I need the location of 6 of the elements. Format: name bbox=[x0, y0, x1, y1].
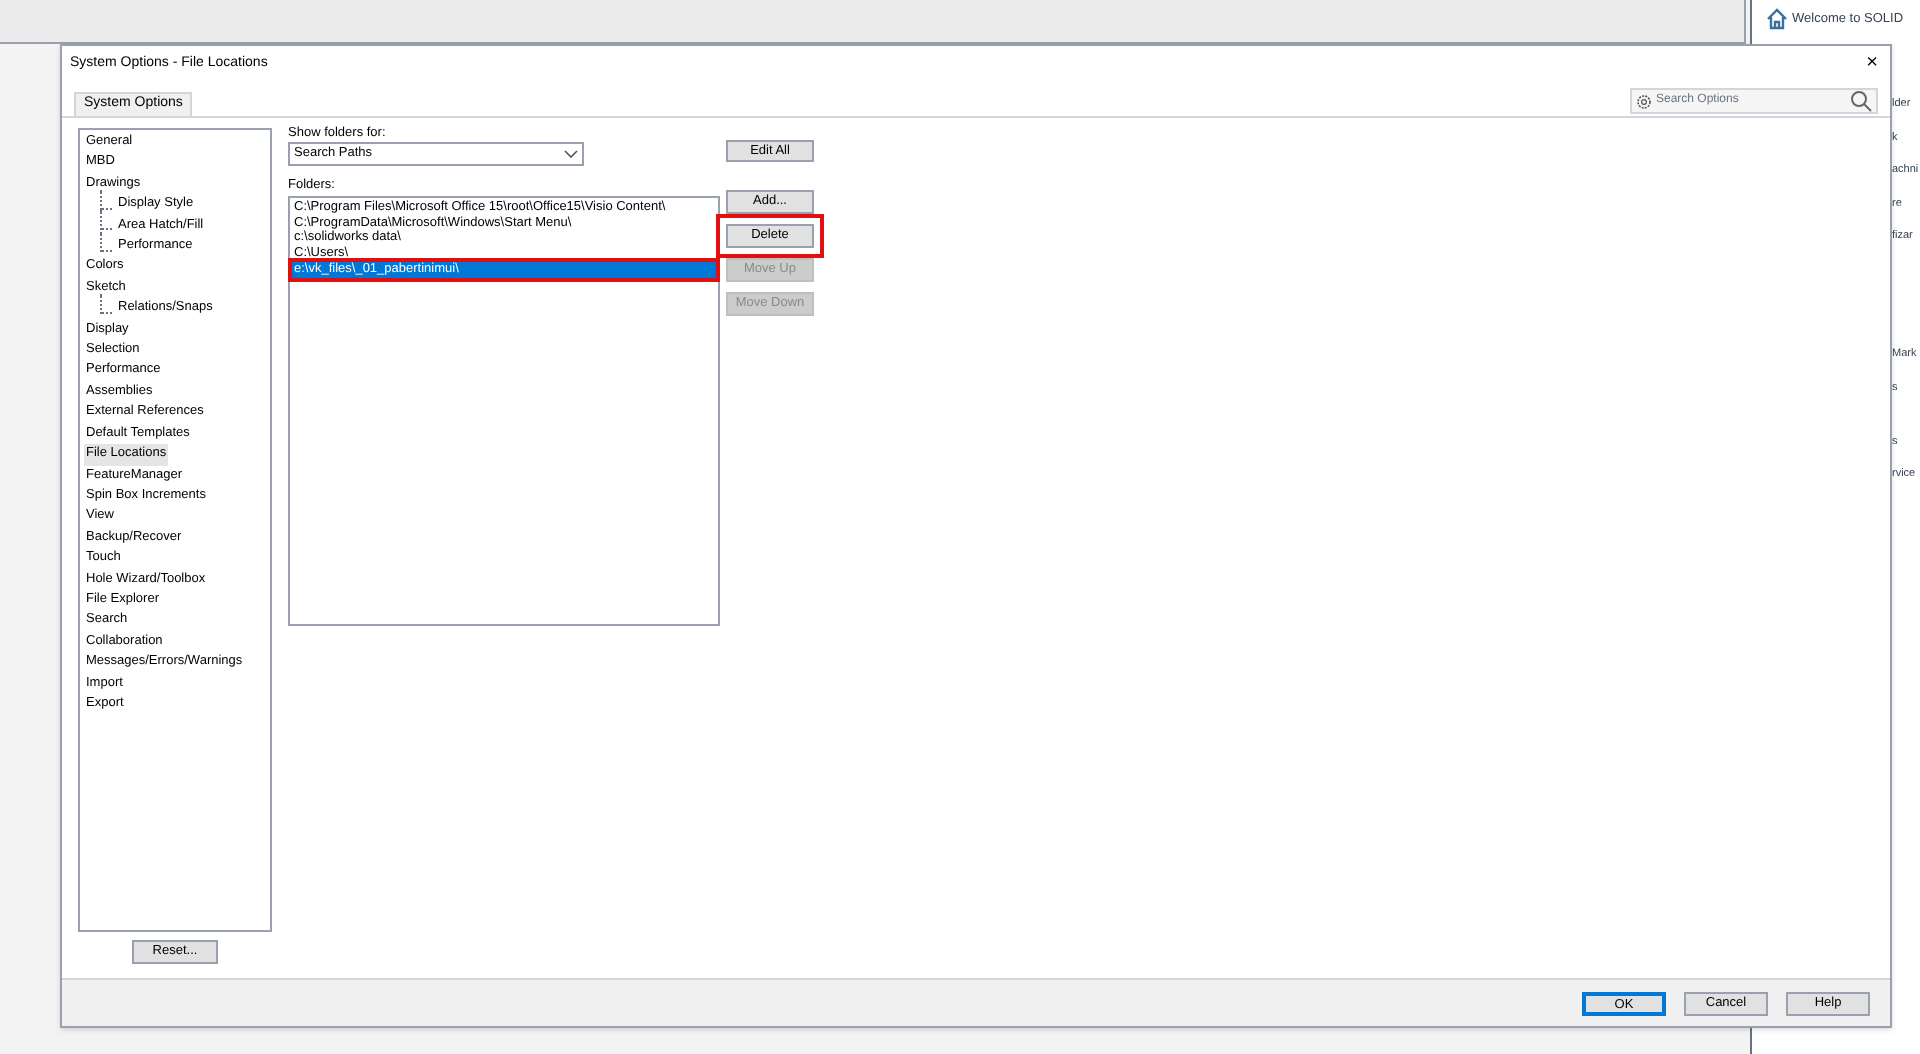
gear-icon bbox=[1636, 93, 1652, 109]
chevron-down-icon bbox=[564, 150, 578, 158]
search-icon bbox=[1850, 90, 1872, 112]
tree-branch-icon bbox=[100, 293, 112, 314]
home-icon[interactable] bbox=[1766, 8, 1788, 30]
close-button[interactable]: × bbox=[1862, 54, 1882, 74]
